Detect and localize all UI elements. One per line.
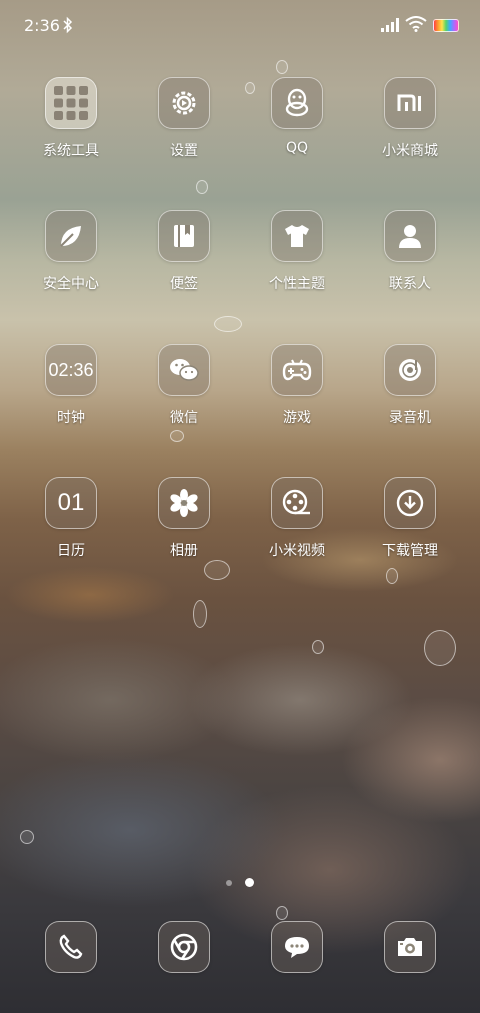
- app-mi-store[interactable]: 小米商城: [355, 77, 465, 160]
- gamepad-icon: [271, 344, 323, 396]
- app-contacts[interactable]: 联系人: [355, 210, 465, 293]
- app-themes[interactable]: 个性主题: [242, 210, 352, 293]
- app-label: 录音机: [389, 410, 431, 426]
- water-drop: [424, 630, 456, 666]
- clock-icon: 02:36: [45, 344, 97, 396]
- browser-icon[interactable]: [158, 921, 210, 973]
- app-security-center[interactable]: 安全中心: [16, 210, 126, 293]
- phone-icon[interactable]: [45, 921, 97, 973]
- person-icon: [384, 210, 436, 262]
- app-label: 便签: [170, 276, 198, 292]
- app-qq[interactable]: QQ: [242, 77, 352, 156]
- calendar-icon-date: 01: [57, 489, 85, 516]
- camera-icon[interactable]: [384, 921, 436, 973]
- page-dot[interactable]: [225, 879, 232, 886]
- app-label: 设置: [170, 143, 198, 159]
- dock: [0, 921, 480, 977]
- water-drop: [276, 906, 288, 920]
- recorder-icon: [384, 344, 436, 396]
- page-indicator: [0, 872, 480, 891]
- app-games[interactable]: 游戏: [242, 344, 352, 427]
- wifi-icon: [405, 16, 427, 32]
- app-label: 个性主题: [269, 276, 325, 292]
- app-clock[interactable]: 02:36 时钟: [16, 344, 126, 427]
- app-settings[interactable]: 设置: [129, 77, 239, 160]
- app-label: QQ: [285, 140, 309, 156]
- download-icon: [384, 477, 436, 529]
- tshirt-icon: [271, 210, 323, 262]
- calendar-icon: 01: [45, 477, 97, 529]
- app-label: 微信: [170, 410, 198, 426]
- folder-grid-icon: [45, 77, 97, 129]
- water-drop: [276, 60, 288, 74]
- app-recorder[interactable]: 录音机: [355, 344, 465, 427]
- film-reel-icon: [271, 477, 323, 529]
- app-downloads[interactable]: 下载管理: [355, 477, 465, 560]
- chat-bubbles-icon: [158, 344, 210, 396]
- water-drop: [196, 180, 208, 194]
- status-bar: 2:36: [0, 0, 480, 52]
- app-label: 时钟: [57, 410, 85, 426]
- app-label: 联系人: [389, 276, 431, 292]
- water-drop: [204, 560, 230, 580]
- flower-icon: [158, 477, 210, 529]
- message-icon[interactable]: [271, 921, 323, 973]
- battery-icon: [433, 19, 459, 32]
- water-drop: [170, 430, 184, 442]
- app-label: 游戏: [283, 410, 311, 426]
- app-label: 小米视频: [269, 543, 325, 559]
- water-drop: [193, 600, 207, 628]
- bluetooth-icon: [63, 16, 73, 34]
- status-time: 2:36: [24, 16, 60, 35]
- app-mi-video[interactable]: 小米视频: [242, 477, 352, 560]
- gear-icon: [158, 77, 210, 129]
- app-calendar[interactable]: 01 日历: [16, 477, 126, 560]
- water-drop: [214, 316, 242, 332]
- app-notes[interactable]: 便签: [129, 210, 239, 293]
- notebook-icon: [158, 210, 210, 262]
- leaf-icon: [45, 210, 97, 262]
- app-label: 相册: [170, 543, 198, 559]
- water-drop: [20, 830, 34, 844]
- clock-icon-time: 02:36: [48, 359, 94, 380]
- app-label: 系统工具: [43, 143, 99, 159]
- mi-logo-icon: [384, 77, 436, 129]
- page-dot-active[interactable]: [245, 878, 255, 887]
- app-label: 安全中心: [43, 276, 99, 292]
- app-gallery[interactable]: 相册: [129, 477, 239, 560]
- penguin-icon: [271, 77, 323, 129]
- app-label: 日历: [57, 543, 85, 559]
- app-label: 小米商城: [382, 143, 438, 159]
- water-drop: [312, 640, 324, 654]
- signal-icon: [381, 18, 399, 32]
- app-label: 下载管理: [382, 543, 438, 559]
- water-drop: [386, 568, 398, 584]
- app-system-tools[interactable]: 系统工具: [16, 77, 126, 160]
- app-wechat[interactable]: 微信: [129, 344, 239, 427]
